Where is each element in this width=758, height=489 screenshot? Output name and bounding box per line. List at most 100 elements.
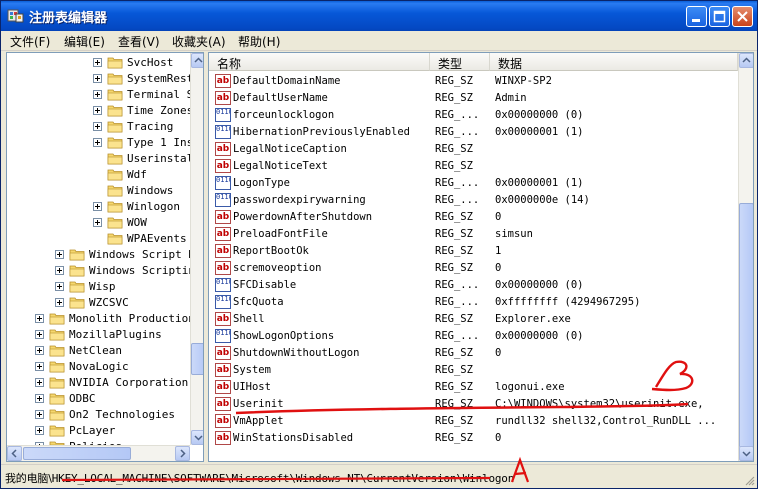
tree-scroll-left-button[interactable] xyxy=(7,446,22,461)
maximize-button[interactable] xyxy=(709,6,730,27)
value-row[interactable]: ab LegalNoticeCaption REG_SZ xyxy=(209,141,739,158)
expand-plus-icon[interactable] xyxy=(93,138,102,147)
tree-item[interactable]: SystemRestore xyxy=(7,71,203,87)
tree-item[interactable]: WZCSVC xyxy=(7,295,190,311)
tree-item[interactable]: On2 Technologies xyxy=(7,407,190,423)
tree-item[interactable]: NVIDIA Corporation xyxy=(7,375,190,391)
tree-item[interactable]: Wdf xyxy=(7,167,190,183)
expand-plus-icon[interactable] xyxy=(93,74,102,83)
tree-item[interactable]: Tracing xyxy=(7,119,190,135)
column-header-name[interactable]: 名称 xyxy=(209,53,430,71)
value-name: SFCDisable xyxy=(233,279,297,291)
tree-item[interactable]: Winlogon xyxy=(7,199,190,215)
value-row[interactable]: ab DefaultDomainName REG_SZ WINXP-SP2 xyxy=(209,73,739,90)
menu-bar: 文件(F) 编辑(E) 查看(V) 收藏夹(A) 帮助(H) xyxy=(1,31,757,51)
value-list-pane[interactable]: 名称 类型 数据 ab DefaultDomainName REG_SZ WINXP-… xyxy=(208,52,754,462)
tree-item[interactable]: WOW xyxy=(7,215,190,231)
expand-plus-icon[interactable] xyxy=(35,426,44,435)
tree-scroll-down-button[interactable] xyxy=(191,430,203,445)
value-row[interactable]: ab DefaultUserName REG_SZ Admin xyxy=(209,90,739,107)
value-row[interactable]: 0110SFCDisable REG_... 0x00000000 (0) xyxy=(209,277,739,294)
value-row[interactable]: ab WinStationsDisabled REG_SZ 0 xyxy=(209,430,739,447)
list-scroll-thumb[interactable] xyxy=(739,203,753,448)
expand-plus-icon[interactable] xyxy=(93,218,102,227)
value-row[interactable]: ab Userinit REG_SZ C:\WINDOWS\system32\user… xyxy=(209,396,739,413)
minimize-button[interactable] xyxy=(686,6,707,27)
list-scroll-down-button[interactable] xyxy=(739,446,753,461)
value-name: PreloadFontFile xyxy=(233,228,328,240)
expand-plus-icon[interactable] xyxy=(35,378,44,387)
tree-item[interactable]: Time Zones xyxy=(7,103,193,119)
value-row[interactable]: 0110forceunlocklogon REG_... 0x00000000 (0… xyxy=(209,107,739,124)
tree-scroll-up-button[interactable] xyxy=(191,53,203,68)
expand-plus-icon[interactable] xyxy=(55,298,64,307)
tree-horizontal-scrollbar[interactable] xyxy=(7,445,190,461)
tree-scroll-right-button[interactable] xyxy=(175,446,190,461)
value-row[interactable]: ab System REG_SZ xyxy=(209,362,739,379)
value-row[interactable]: 0110HibernationPreviouslyEnabled REG_... 0… xyxy=(209,124,739,141)
tree-item[interactable]: Windows Script Host xyxy=(7,247,203,263)
list-vertical-scrollbar[interactable] xyxy=(738,53,753,461)
menu-help[interactable]: 帮助(H) xyxy=(238,33,280,50)
expand-plus-icon[interactable] xyxy=(93,202,102,211)
column-header-type[interactable]: 类型 xyxy=(430,53,490,71)
value-row[interactable]: ab PowerdownAfterShutdown REG_SZ 0 xyxy=(209,209,739,226)
close-button[interactable] xyxy=(732,6,753,27)
tree-item[interactable]: WPAEvents xyxy=(7,231,190,247)
menu-view[interactable]: 查看(V) xyxy=(118,33,160,50)
tree-item[interactable]: MozillaPlugins xyxy=(7,327,190,343)
expand-plus-icon[interactable] xyxy=(93,122,102,131)
expand-plus-icon[interactable] xyxy=(35,410,44,419)
expand-plus-icon[interactable] xyxy=(35,362,44,371)
tree-scroll-thumb[interactable] xyxy=(191,343,203,375)
tree-vertical-scrollbar[interactable] xyxy=(190,53,203,445)
tree-item[interactable]: Type 1 Installer xyxy=(7,135,203,151)
list-scroll-up-button[interactable] xyxy=(739,53,753,68)
tree-hscroll-thumb[interactable] xyxy=(23,447,131,460)
binary-value-icon: 0110 xyxy=(215,295,231,309)
expand-plus-icon[interactable] xyxy=(55,250,64,259)
value-row[interactable]: ab VmApplet REG_SZ rundll32 shell32,Control… xyxy=(209,413,739,430)
tree-item[interactable]: Wisp xyxy=(7,279,190,295)
tree-item[interactable]: Userinstallable.drivers xyxy=(7,151,203,167)
expand-plus-icon[interactable] xyxy=(35,314,44,323)
current-key-path: 我的电脑\HKEY_LOCAL_MACHINE\SOFTWARE\Microso… xyxy=(5,470,514,486)
column-header-data[interactable]: 数据 xyxy=(490,53,738,71)
value-row[interactable]: ab ReportBootOk REG_SZ 1 xyxy=(209,243,739,260)
tree-item[interactable]: Windows xyxy=(7,183,190,199)
value-row[interactable]: 0110SfcQuota REG_... 0xffffffff (429496729… xyxy=(209,294,739,311)
key-tree-pane[interactable]: SvcHost SystemRestoreTerminal ServerTime … xyxy=(6,52,204,462)
expand-plus-icon[interactable] xyxy=(93,58,102,67)
title-bar[interactable]: 注册表编辑器 xyxy=(1,1,757,31)
value-row[interactable]: ab PreloadFontFile REG_SZ simsun xyxy=(209,226,739,243)
expand-plus-icon[interactable] xyxy=(93,90,102,99)
resize-grip-icon[interactable] xyxy=(743,474,755,486)
tree-item[interactable]: ODBC xyxy=(7,391,190,407)
expand-plus-icon[interactable] xyxy=(35,394,44,403)
tree-item[interactable]: SvcHost xyxy=(7,55,190,71)
expand-plus-icon[interactable] xyxy=(55,282,64,291)
expand-plus-icon[interactable] xyxy=(93,106,102,115)
expand-plus-icon[interactable] xyxy=(55,266,64,275)
tree-item[interactable]: NetClean xyxy=(7,343,190,359)
value-row[interactable]: ab UIHost REG_SZ logonui.exe xyxy=(209,379,739,396)
value-row[interactable]: ab Shell REG_SZ Explorer.exe xyxy=(209,311,739,328)
tree-item[interactable]: PcLayer xyxy=(7,423,190,439)
value-row[interactable]: 0110LogonType REG_... 0x00000001 (1) xyxy=(209,175,739,192)
value-type: REG_SZ xyxy=(435,313,473,325)
value-row[interactable]: ab LegalNoticeText REG_SZ xyxy=(209,158,739,175)
expand-plus-icon[interactable] xyxy=(35,346,44,355)
tree-item[interactable]: Monolith Productions xyxy=(7,311,201,327)
menu-edit[interactable]: 编辑(E) xyxy=(64,33,105,50)
value-row[interactable]: ab ShutdownWithoutLogon REG_SZ 0 xyxy=(209,345,739,362)
status-path: HKEY_LOCAL_MACHINE\SOFTWARE\Microsoft\Wi… xyxy=(51,472,515,485)
tree-item[interactable]: Windows Scripting Host xyxy=(7,263,203,279)
tree-item[interactable]: NovaLogic xyxy=(7,359,190,375)
tree-item[interactable]: Terminal Server xyxy=(7,87,203,103)
menu-file[interactable]: 文件(F) xyxy=(10,33,50,50)
value-row[interactable]: 0110ShowLogonOptions REG_... 0x00000000 (0… xyxy=(209,328,739,345)
menu-favorites[interactable]: 收藏夹(A) xyxy=(172,33,226,50)
value-row[interactable]: ab scremoveoption REG_SZ 0 xyxy=(209,260,739,277)
value-row[interactable]: 0110passwordexpirywarning REG_... 0x000000… xyxy=(209,192,739,209)
expand-plus-icon[interactable] xyxy=(35,330,44,339)
